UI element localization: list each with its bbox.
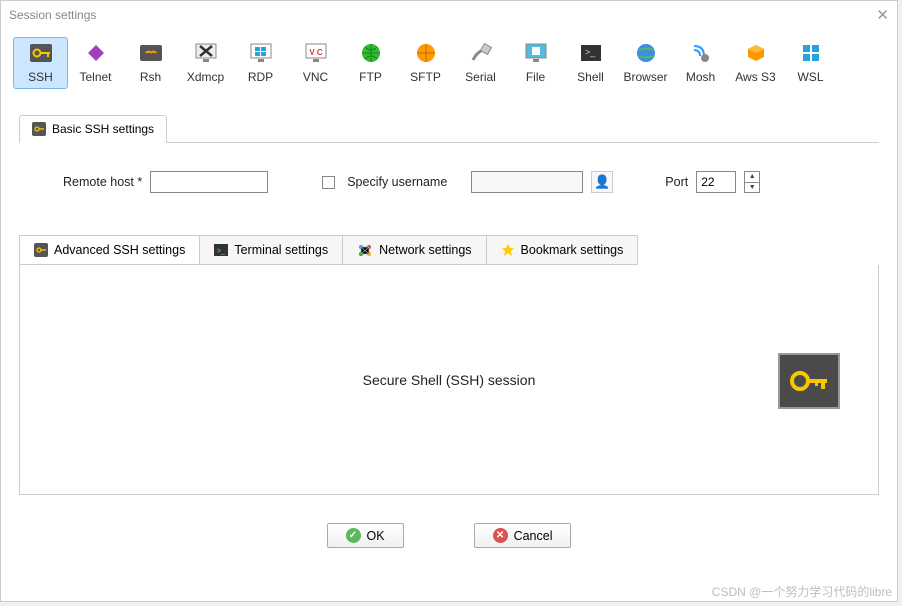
user-icon: 👤: [594, 174, 610, 190]
dialog-buttons: ✓ OK ✕ Cancel: [1, 495, 897, 560]
tool-label: RDP: [248, 70, 273, 84]
tab-bookmark[interactable]: Bookmark settings: [486, 235, 639, 265]
tab-advanced-ssh[interactable]: Advanced SSH settings: [19, 235, 199, 265]
session-type-mosh[interactable]: Mosh: [673, 37, 728, 89]
tool-label: Telnet: [79, 70, 111, 84]
svg-text:V C: V C: [309, 48, 323, 57]
specify-username-label: Specify username: [347, 175, 447, 189]
session-type-rdp[interactable]: RDP: [233, 37, 288, 89]
globe-orange-icon: [412, 42, 440, 64]
x-icon: ✕: [493, 528, 508, 543]
aws-icon: [742, 42, 770, 64]
satellite-icon: [687, 42, 715, 64]
session-type-wsl[interactable]: WSL: [783, 37, 838, 89]
titlebar: Session settings ✕: [1, 1, 897, 29]
ok-button[interactable]: ✓ OK: [327, 523, 404, 548]
network-icon: [357, 243, 373, 257]
tool-label: SSH: [28, 70, 53, 84]
session-settings-dialog: Session settings ✕ SSH Telnet Rsh Xdmcp …: [0, 0, 898, 602]
tab-label: Network settings: [379, 243, 471, 257]
terminal-icon: >_: [577, 42, 605, 64]
key-small-icon: [34, 243, 48, 257]
key-large-icon: [786, 361, 832, 401]
session-type-file[interactable]: File: [508, 37, 563, 89]
windows-monitor-icon: [247, 42, 275, 64]
session-type-toolbar: SSH Telnet Rsh Xdmcp RDP V C VNC FTP SFT: [1, 29, 897, 93]
settings-content-panel: Secure Shell (SSH) session: [19, 265, 879, 495]
session-type-awss3[interactable]: Aws S3: [728, 37, 783, 89]
cable-icon: [467, 42, 495, 64]
globe-green-icon: [357, 42, 385, 64]
session-type-rsh[interactable]: Rsh: [123, 37, 178, 89]
tool-label: Browser: [623, 70, 667, 84]
key-small-icon: [32, 122, 46, 136]
session-type-shell[interactable]: >_ Shell: [563, 37, 618, 89]
tool-label: File: [526, 70, 545, 84]
watermark: CSDN @一个努力学习代码的libre: [712, 583, 892, 600]
globe-blue-icon: [632, 42, 660, 64]
session-type-ftp[interactable]: FTP: [343, 37, 398, 89]
settings-tabs-section: Advanced SSH settings >_ Terminal settin…: [19, 235, 879, 495]
session-type-telnet[interactable]: Telnet: [68, 37, 123, 89]
tool-label: Xdmcp: [187, 70, 224, 84]
session-type-browser[interactable]: Browser: [618, 37, 673, 89]
tab-terminal[interactable]: >_ Terminal settings: [199, 235, 342, 265]
file-monitor-icon: [522, 42, 550, 64]
tool-label: Aws S3: [735, 70, 775, 84]
basic-settings-section: Basic SSH settings Remote host * Specify…: [19, 115, 879, 223]
tab-label: Advanced SSH settings: [54, 243, 185, 257]
session-type-vnc[interactable]: V C VNC: [288, 37, 343, 89]
tool-label: Rsh: [140, 70, 161, 84]
chevron-down-icon[interactable]: ▼: [745, 183, 759, 193]
key-icon: [27, 42, 55, 64]
remote-host-input[interactable]: [150, 171, 268, 193]
tab-label: Terminal settings: [234, 243, 328, 257]
windows-icon: [797, 42, 825, 64]
window-title: Session settings: [9, 8, 96, 22]
username-input[interactable]: [471, 171, 583, 193]
x-monitor-icon: [192, 42, 220, 64]
user-picker-button[interactable]: 👤: [591, 171, 613, 193]
tool-label: Serial: [465, 70, 496, 84]
tool-label: SFTP: [410, 70, 441, 84]
remote-host-label: Remote host *: [63, 175, 142, 189]
vnc-monitor-icon: V C: [302, 42, 330, 64]
specify-username-checkbox[interactable]: [322, 176, 335, 189]
star-icon: [501, 243, 515, 257]
cancel-button[interactable]: ✕ Cancel: [474, 523, 572, 548]
tool-label: Shell: [577, 70, 604, 84]
tab-label: Basic SSH settings: [52, 122, 154, 136]
session-type-serial[interactable]: Serial: [453, 37, 508, 89]
svg-text:>_: >_: [585, 47, 596, 57]
chevron-up-icon[interactable]: ▲: [745, 172, 759, 183]
diamond-icon: [82, 42, 110, 64]
ssh-session-badge: [778, 353, 840, 409]
port-input[interactable]: [696, 171, 736, 193]
button-label: OK: [367, 529, 385, 543]
tab-basic-ssh[interactable]: Basic SSH settings: [19, 115, 167, 143]
check-icon: ✓: [346, 528, 361, 543]
session-type-ssh[interactable]: SSH: [13, 37, 68, 89]
svg-text:>_: >_: [217, 248, 225, 255]
port-label: Port: [665, 175, 688, 189]
close-icon[interactable]: ✕: [876, 6, 889, 24]
tool-label: Mosh: [686, 70, 715, 84]
ssh-basic-form: Remote host * Specify username 👤 Port ▲ …: [19, 143, 879, 223]
tool-label: WSL: [797, 70, 823, 84]
tool-label: FTP: [359, 70, 382, 84]
button-label: Cancel: [514, 529, 553, 543]
tool-label: VNC: [303, 70, 328, 84]
tab-network[interactable]: Network settings: [342, 235, 485, 265]
tab-label: Bookmark settings: [521, 243, 624, 257]
port-spinner[interactable]: ▲ ▼: [744, 171, 760, 193]
session-description: Secure Shell (SSH) session: [363, 372, 536, 388]
session-type-xdmcp[interactable]: Xdmcp: [178, 37, 233, 89]
terminal-small-icon: >_: [214, 244, 228, 256]
session-type-sftp[interactable]: SFTP: [398, 37, 453, 89]
link-icon: [137, 42, 165, 64]
